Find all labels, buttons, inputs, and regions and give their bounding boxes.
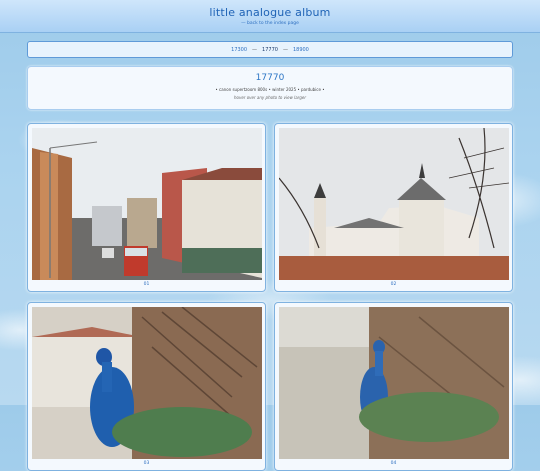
photo-caption[interactable]: 04 xyxy=(275,461,512,466)
pager-separator: — xyxy=(252,46,258,53)
album-pager: 17300 — 17770 — 18900 xyxy=(27,41,513,58)
photo-card[interactable]: 02 xyxy=(274,123,513,292)
photo-thumbnail[interactable] xyxy=(279,128,509,280)
pager-separator: — xyxy=(282,46,288,53)
photo-card[interactable]: 03 xyxy=(27,302,266,471)
photo-thumbnail[interactable] xyxy=(32,128,262,280)
photo-caption[interactable]: 02 xyxy=(275,282,512,287)
pager-current: 17770 xyxy=(262,46,278,53)
photo-thumbnail[interactable] xyxy=(32,307,262,459)
album-number: 17770 xyxy=(255,73,285,83)
photo-thumbnail[interactable] xyxy=(279,307,509,459)
site-header: little analogue album — back to the inde… xyxy=(0,0,540,33)
photo-caption[interactable]: 01 xyxy=(28,282,265,287)
pager-next-link[interactable]: 18900 xyxy=(293,47,309,53)
photo-card[interactable]: 04 xyxy=(274,302,513,471)
photo-caption[interactable]: 03 xyxy=(28,461,265,466)
album-info-card: 17770 • canon supertzoom 800s • winter 2… xyxy=(27,66,513,110)
photo-card[interactable]: 01 xyxy=(27,123,266,292)
pager-prev-link[interactable]: 17300 xyxy=(231,47,247,53)
site-title[interactable]: little analogue album xyxy=(0,6,540,19)
album-meta: • canon supertzoom 800s • winter 2025 • … xyxy=(215,87,325,92)
back-to-index-link[interactable]: — back to the index page xyxy=(0,21,540,26)
album-hint: hover over any photo to view larger xyxy=(234,95,306,100)
